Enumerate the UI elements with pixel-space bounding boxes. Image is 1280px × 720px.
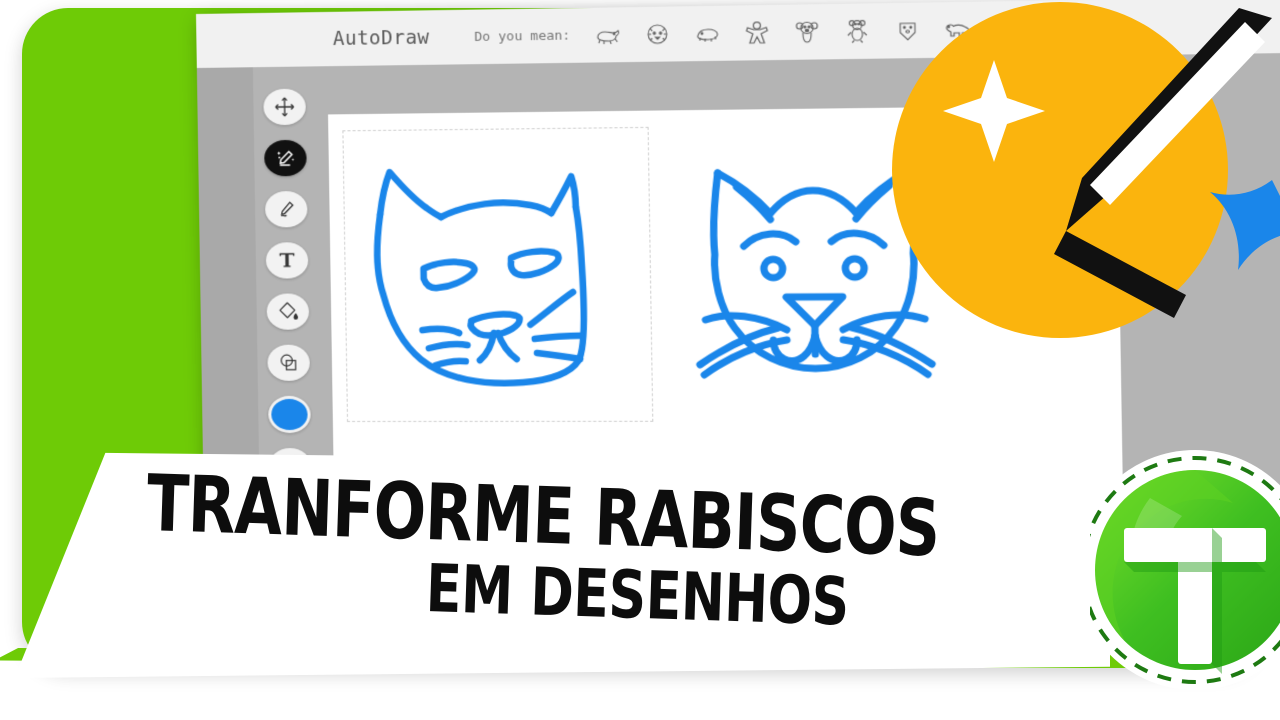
autodraw-cat-vector [671, 123, 958, 421]
tool-color-swatch[interactable] [268, 395, 311, 434]
suggestion-teddy-bear-icon[interactable] [842, 16, 874, 47]
suggestion-boar-icon[interactable] [593, 19, 624, 50]
suggestion-bear-face-icon[interactable] [993, 13, 1025, 44]
headline-line-1: TRANFORME RABISCOS [145, 459, 941, 575]
suggestion-prompt-label: Do you mean: [474, 27, 571, 45]
autodraw-window: AutoDraw Do you mean: [196, 0, 1280, 487]
drawing-canvas[interactable] [328, 105, 1124, 487]
suggestion-badger-icon[interactable] [692, 18, 724, 49]
browser-frame: AutoDraw Do you mean: [196, 0, 1280, 487]
suggestion-bear-badge-icon[interactable] [892, 15, 924, 46]
tool-select-move[interactable] [263, 88, 307, 126]
tool-draw[interactable] [264, 191, 308, 228]
app-title: AutoDraw [332, 26, 430, 51]
suggestion-koala-icon[interactable] [792, 16, 824, 47]
tool-autodraw[interactable] [264, 139, 307, 177]
tool-fill[interactable] [266, 293, 310, 330]
tool-shape[interactable] [267, 344, 311, 381]
suggestion-tiger-face-icon[interactable] [642, 19, 673, 50]
suggestion-polar-bear-icon[interactable] [943, 14, 975, 45]
suggestion-standing-bear-icon[interactable] [1044, 13, 1076, 44]
headline-block: TRANFORME RABISCOS EM DESENHOS [143, 459, 1077, 642]
suggestion-gingerbread-man-icon[interactable] [742, 17, 774, 48]
techtudo-logo [1090, 450, 1280, 690]
suggestion-comic-panels-icon[interactable] [1095, 12, 1128, 43]
workspace [196, 52, 1280, 487]
hand-drawn-cat-sketch [359, 143, 639, 408]
tool-text[interactable] [265, 242, 309, 279]
suggestion-list [593, 12, 1128, 51]
tool-palette [253, 66, 322, 485]
tool-rail-background [196, 67, 260, 485]
thumbnail-stage: AutoDraw Do you mean: TRANFORME RABISCOS… [0, 0, 1280, 720]
